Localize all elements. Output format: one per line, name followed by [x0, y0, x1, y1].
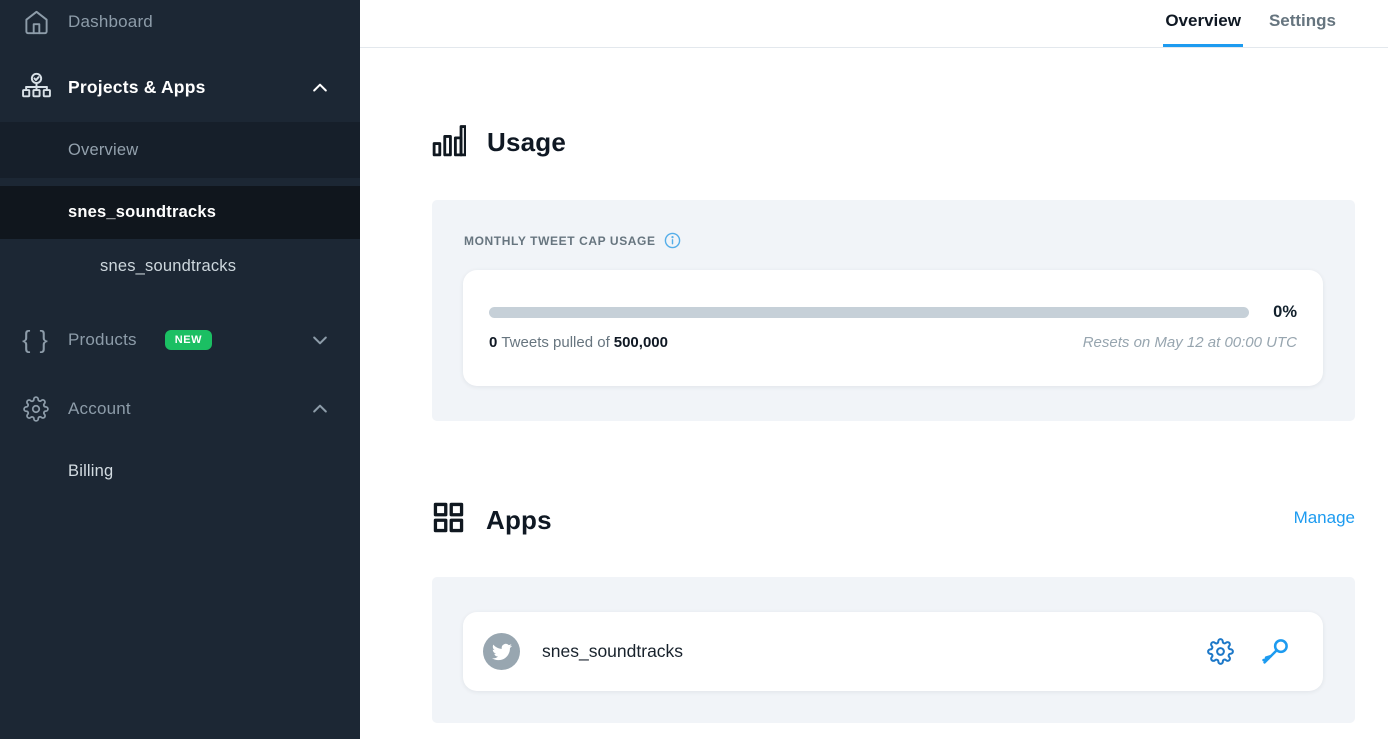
- chevron-down-icon: [310, 330, 330, 350]
- app-keys-key-icon[interactable]: [1259, 636, 1291, 668]
- sidebar-item-label: Products: [68, 330, 137, 350]
- tweet-cap-card: MONTHLY TWEET CAP USAGE 0% 0Tweets pulle…: [432, 200, 1355, 421]
- sidebar-item-label: Projects & Apps: [68, 77, 206, 98]
- new-badge: NEW: [165, 330, 212, 350]
- twitter-avatar-icon: [483, 633, 520, 670]
- usage-section-title: Usage: [487, 127, 566, 158]
- developer-portal-page: Dashboard Projects & Apps Overview snes_…: [0, 0, 1388, 739]
- grid-icon: [432, 501, 465, 539]
- sitemap-check-icon: [20, 72, 52, 103]
- tweet-cap-card-label: MONTHLY TWEET CAP USAGE: [464, 234, 656, 248]
- tweet-cap-progress-panel: 0% 0Tweets pulled of500,000 Resets on Ma…: [463, 270, 1323, 386]
- sidebar: Dashboard Projects & Apps Overview snes_…: [0, 0, 360, 739]
- sidebar-item-app-snes-soundtracks[interactable]: snes_soundtracks: [0, 239, 360, 293]
- bar-chart-icon: [432, 122, 466, 163]
- sidebar-item-label: Account: [68, 399, 131, 419]
- sidebar-item-account[interactable]: Account: [0, 383, 360, 435]
- sidebar-item-billing[interactable]: Billing: [0, 445, 360, 497]
- tab-overview[interactable]: Overview: [1163, 0, 1243, 47]
- apps-section-header: Apps: [432, 497, 552, 543]
- app-settings-gear-icon[interactable]: [1207, 638, 1234, 665]
- app-name: snes_soundtracks: [542, 641, 683, 662]
- sidebar-item-label: Dashboard: [68, 12, 153, 32]
- sidebar-item-dashboard[interactable]: Dashboard: [0, 0, 360, 44]
- info-icon[interactable]: [664, 232, 681, 249]
- sidebar-item-projects-apps[interactable]: Projects & Apps: [0, 61, 360, 114]
- tweet-cap-progress-track: [489, 307, 1249, 318]
- home-icon: [20, 9, 52, 36]
- chevron-up-icon: [310, 78, 330, 98]
- apps-section-title: Apps: [486, 505, 552, 536]
- tweets-pulled-text: 0Tweets pulled of500,000: [489, 334, 668, 351]
- sidebar-item-overview[interactable]: Overview: [0, 122, 360, 178]
- tab-settings[interactable]: Settings: [1267, 0, 1338, 47]
- chevron-up-icon: [310, 399, 330, 419]
- top-tab-bar: Overview Settings: [360, 0, 1388, 48]
- sidebar-item-label: Overview: [68, 141, 138, 160]
- reset-date-text: Resets on May 12 at 00:00 UTC: [1083, 334, 1297, 351]
- sidebar-item-products[interactable]: { } Products NEW: [0, 313, 360, 367]
- gear-icon: [20, 396, 52, 422]
- usage-section-header: Usage: [432, 120, 566, 164]
- sidebar-item-project-snes-soundtracks[interactable]: snes_soundtracks: [0, 186, 360, 239]
- tweet-cap-percent: 0%: [1273, 303, 1297, 322]
- app-row-snes-soundtracks[interactable]: snes_soundtracks: [463, 612, 1323, 691]
- sidebar-item-label: snes_soundtracks: [100, 257, 236, 276]
- sidebar-item-label: snes_soundtracks: [68, 203, 216, 222]
- curly-braces-icon: { }: [20, 328, 52, 353]
- apps-card: snes_soundtracks: [432, 577, 1355, 723]
- main-content: Overview Settings Usage MONTHLY TWEET CA…: [360, 0, 1388, 739]
- manage-apps-link[interactable]: Manage: [1294, 508, 1355, 528]
- sidebar-item-label: Billing: [68, 462, 113, 481]
